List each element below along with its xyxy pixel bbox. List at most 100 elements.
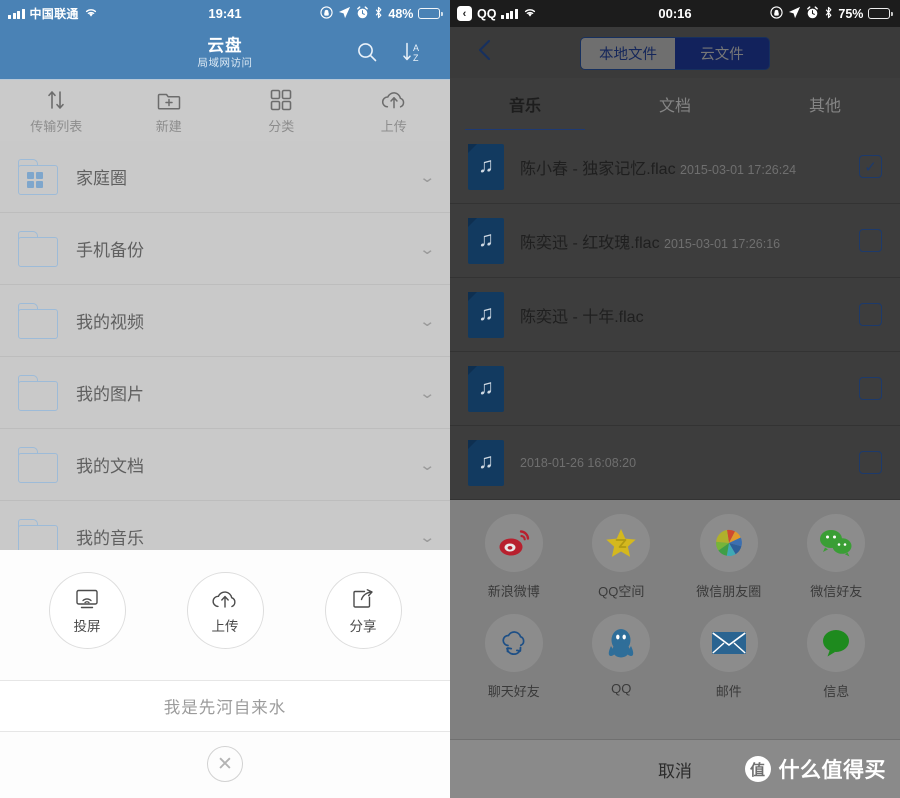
list-item[interactable]: 我的文档 ⌄ [0, 429, 450, 501]
search-icon [356, 41, 378, 68]
segment-local-files[interactable]: 本地文件 [581, 38, 675, 69]
watermark-logo: 值 [744, 756, 771, 782]
watermark-text: 什么值得买 [778, 759, 886, 782]
row-checkbox[interactable]: ✓ [859, 155, 882, 178]
list-item[interactable]: 手机备份 ⌄ [0, 213, 450, 285]
battery-percent-label: 48% [388, 6, 414, 21]
alarm-icon [356, 5, 369, 22]
action-upload[interactable]: 上传 [186, 571, 264, 649]
file-date: 2015-03-01 17:26:16 [664, 236, 781, 251]
share-box-icon [351, 585, 375, 613]
share-label: 信息 [823, 684, 850, 699]
row-checkbox[interactable] [859, 451, 882, 474]
chevron-down-icon[interactable]: ⌄ [419, 528, 436, 546]
row-checkbox[interactable] [859, 303, 882, 326]
left-toolbar: 传输列表 新建 分类 上传 [0, 79, 450, 142]
music-file-list[interactable]: ♫ 陈小春 - 独家记忆.flac 2015-03-01 17:26:24 ✓ … [450, 130, 900, 500]
action-sheet-buttons: 投屏 上传 分享 [0, 550, 450, 670]
table-row[interactable]: ♫ 陈小春 - 独家记忆.flac 2015-03-01 17:26:24 ✓ [450, 130, 900, 204]
share-target-chat-friend[interactable]: 聊天好友 [460, 614, 568, 700]
list-item[interactable]: 我的视频 ⌄ [0, 285, 450, 357]
share-target-qzone[interactable]: QQ空间 [568, 514, 676, 600]
svg-text:A: A [413, 43, 419, 53]
tab-others[interactable]: 其他 [750, 78, 900, 130]
sort-button[interactable]: A Z [396, 39, 430, 69]
music-file-icon: ♫ [468, 365, 504, 412]
close-sheet-button[interactable]: ✕ [0, 732, 450, 798]
toolbar-item-transfer-list[interactable]: 传输列表 [0, 80, 113, 142]
action-label: 上传 [211, 619, 239, 634]
battery-icon [868, 8, 893, 19]
table-row[interactable]: ♫ [450, 352, 900, 426]
folder-name: 手机备份 [76, 241, 144, 260]
share-label: QQ [611, 681, 632, 696]
folder-name: 我的视频 [76, 313, 144, 332]
folder-icon [16, 374, 62, 411]
cloud-upload-icon [211, 585, 239, 613]
toolbar-label: 新建 [155, 118, 182, 134]
source-segmented-control[interactable]: 本地文件 云文件 [580, 37, 770, 70]
table-row[interactable]: ♫ 陈奕迅 - 十年.flac [450, 278, 900, 352]
action-cast[interactable]: 投屏 [48, 571, 126, 649]
folder-name: 我的音乐 [76, 529, 144, 548]
right-status-bar: ‹ QQ 00:16 75% [450, 0, 900, 27]
chevron-down-icon[interactable]: ⌄ [419, 456, 436, 474]
cloud-upload-icon [381, 88, 407, 112]
tab-music[interactable]: 音乐 [450, 78, 600, 131]
back-button[interactable] [472, 39, 498, 65]
new-folder-icon [157, 88, 181, 112]
toolbar-item-category[interactable]: 分类 [225, 80, 338, 142]
chevron-down-icon[interactable]: ⌄ [419, 240, 436, 258]
close-circle-icon: ✕ [207, 746, 243, 782]
toolbar-item-upload[interactable]: 上传 [338, 80, 451, 142]
folder-icon [16, 302, 62, 339]
chevron-down-icon[interactable]: ⌄ [419, 312, 436, 330]
chevron-down-icon[interactable]: ⌄ [419, 384, 436, 402]
file-meta: 陈小春 - 独家记忆.flac 2015-03-01 17:26:24 [520, 155, 859, 179]
chevron-down-icon[interactable]: ⌄ [419, 168, 436, 186]
file-name: 陈奕迅 - 红玫瑰.flac [520, 234, 660, 252]
share-target-wechat-moments[interactable]: 微信朋友圈 [675, 514, 783, 600]
chevron-left-icon [475, 38, 495, 67]
row-checkbox[interactable] [859, 377, 882, 400]
sort-az-icon: A Z [401, 40, 425, 69]
share-grid-row-1: 新浪微博 QQ空间 微信朋友圈 微信好友 聊天好友 QQ 邮件 信息 [450, 500, 900, 700]
toolbar-item-new[interactable]: 新建 [113, 80, 226, 142]
rotation-lock-icon [770, 5, 784, 22]
list-item[interactable]: 我的图片 ⌄ [0, 357, 450, 429]
bluetooth-icon [824, 6, 833, 22]
folder-name: 我的图片 [76, 385, 144, 404]
location-arrow-icon [338, 6, 351, 22]
share-label: QQ空间 [598, 584, 645, 599]
list-item[interactable]: 家庭圈 ⌄ [0, 141, 450, 213]
left-nav-bar: 云盘 局域网访问 A Z [0, 27, 450, 79]
table-row[interactable]: ♫ 陈奕迅 - 红玫瑰.flac 2015-03-01 17:26:16 [450, 204, 900, 278]
table-row[interactable]: ♫ 2018-01-26 16:08:20 [450, 426, 900, 500]
share-text-value: 我是先河自来水 [163, 699, 287, 717]
share-target-wechat-friend[interactable]: 微信好友 [783, 514, 891, 600]
bluetooth-icon [374, 6, 383, 22]
tab-documents[interactable]: 文档 [600, 78, 750, 130]
search-button[interactable] [350, 39, 384, 69]
share-text-field[interactable]: 我是先河自来水 [0, 680, 450, 732]
grid-category-icon [270, 88, 292, 112]
cast-screen-icon [74, 585, 100, 613]
segment-cloud-files[interactable]: 云文件 [675, 38, 769, 69]
message-bubble-icon [807, 614, 866, 672]
folder-icon [16, 230, 62, 267]
row-checkbox[interactable] [859, 229, 882, 252]
folder-grid-icon [16, 158, 62, 195]
file-meta: 2018-01-26 16:08:20 [520, 454, 859, 472]
share-target-message[interactable]: 信息 [783, 614, 891, 700]
share-target-qq[interactable]: QQ [568, 614, 676, 700]
transfer-arrows-icon [44, 88, 68, 112]
action-share[interactable]: 分享 [324, 571, 402, 649]
file-type-tabs[interactable]: 音乐 文档 其他 [450, 78, 900, 131]
folder-list[interactable]: 家庭圈 ⌄ 手机备份 ⌄ 我的视频 ⌄ 我的图片 ⌄ 我的文档 ⌄ 我的音乐 ⌄ [0, 141, 450, 571]
share-target-mail[interactable]: 邮件 [675, 614, 783, 700]
watermark: 值 什么值得买 [744, 754, 887, 784]
toolbar-label: 分类 [268, 118, 295, 134]
share-target-weibo[interactable]: 新浪微博 [460, 514, 568, 600]
toolbar-label: 上传 [380, 118, 407, 134]
wechat-icon [807, 514, 866, 572]
